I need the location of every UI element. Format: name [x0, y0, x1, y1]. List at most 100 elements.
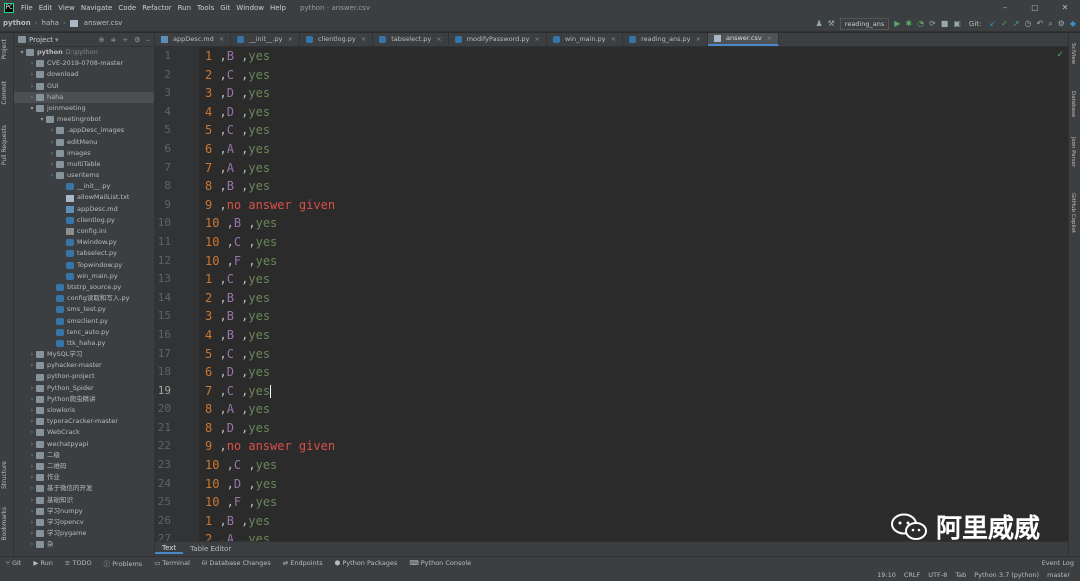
editor-tab[interactable]: tabselect.py × — [373, 33, 449, 46]
code-line[interactable]: 8 ,D ,yes — [199, 419, 1068, 438]
status-item[interactable]: master — [1047, 571, 1070, 579]
close-tab-icon[interactable]: × — [436, 33, 441, 46]
toolwindow-todo[interactable]: ≡ TODO — [59, 559, 98, 567]
code-line[interactable]: 9 ,no answer given — [199, 437, 1068, 456]
chevron-right-icon[interactable]: › — [48, 125, 56, 136]
tree-item[interactable]: ▾ meetingrobot — [14, 114, 154, 125]
gear-icon[interactable]: ⚙ — [134, 36, 140, 44]
tree-item[interactable]: __init__.py — [14, 181, 154, 192]
chevron-right-icon[interactable]: › — [28, 483, 36, 494]
code-line[interactable]: 1 ,B ,yes — [199, 47, 1068, 66]
code-line[interactable]: 10 ,F ,yes — [199, 252, 1068, 271]
code-line[interactable]: 8 ,B ,yes — [199, 177, 1068, 196]
tree-item[interactable]: › 学习numpy — [14, 506, 154, 517]
editor-tab[interactable]: win_main.py × — [547, 33, 624, 46]
close-tab-icon[interactable]: × — [611, 33, 616, 46]
menu-file[interactable]: File — [18, 4, 36, 12]
menu-refactor[interactable]: Refactor — [139, 4, 174, 12]
expand-icon[interactable]: ÷ — [122, 36, 128, 44]
tree-item[interactable]: › WebCrack — [14, 427, 154, 438]
chevron-right-icon[interactable]: › — [48, 148, 56, 159]
tree-item[interactable]: › Python_Spider — [14, 383, 154, 394]
chevron-right-icon[interactable]: › — [28, 383, 36, 394]
event-log-button[interactable]: Event Log — [1036, 559, 1080, 567]
tool-pull-requests[interactable]: Pull Requests — [1, 125, 8, 165]
tree-item[interactable]: Topwindow.py — [14, 260, 154, 271]
tool-json-parser[interactable]: Json Parser — [1070, 137, 1076, 167]
editor-tab[interactable]: __init__.py × — [231, 33, 300, 46]
status-item[interactable]: UTF-8 — [928, 571, 947, 579]
tree-item[interactable]: › .appDesc_images — [14, 125, 154, 136]
chevron-down-icon[interactable]: ▾ — [38, 114, 46, 125]
chevron-down-icon[interactable]: ▾ — [28, 103, 36, 114]
toolwindow-git[interactable]: ⑂ Git — [0, 559, 27, 567]
status-item[interactable]: Tab — [955, 571, 966, 579]
attach-icon[interactable]: ▣ — [953, 19, 961, 28]
editor-tab[interactable]: reading_ans.py × — [623, 33, 708, 46]
tree-item[interactable]: › 基础知识 — [14, 495, 154, 506]
editor-tab[interactable]: clientlog.py × — [300, 33, 374, 46]
chevron-down-icon[interactable]: ▾ — [55, 36, 59, 44]
chevron-right-icon[interactable]: › — [28, 427, 36, 438]
chevron-right-icon[interactable]: › — [48, 137, 56, 148]
chevron-right-icon[interactable]: › — [48, 170, 56, 181]
tree-item[interactable]: sms_test.py — [14, 304, 154, 315]
menu-git[interactable]: Git — [217, 4, 233, 12]
tool-sciview[interactable]: SciView — [1070, 43, 1076, 64]
tool-commit[interactable]: Commit — [1, 81, 8, 105]
chevron-right-icon[interactable]: › — [28, 81, 36, 92]
code-line[interactable]: 1 ,C ,yes — [199, 270, 1068, 289]
close-tab-icon[interactable]: × — [767, 32, 772, 45]
hide-icon[interactable]: – — [147, 36, 151, 44]
editor-tab[interactable]: modifyPassword.py × — [449, 33, 547, 46]
close-tab-icon[interactable]: × — [696, 33, 701, 46]
menu-run[interactable]: Run — [175, 4, 194, 12]
chevron-right-icon[interactable]: › — [28, 405, 36, 416]
tree-item[interactable]: › useritems — [14, 170, 154, 181]
editor-tab[interactable]: answer.csv × — [707, 32, 780, 46]
chevron-right-icon[interactable]: › — [28, 349, 36, 360]
tool-database[interactable]: Database — [1070, 91, 1076, 117]
chevron-right-icon[interactable]: › — [28, 92, 36, 103]
code-line[interactable]: 3 ,B ,yes — [199, 307, 1068, 326]
chevron-right-icon[interactable]: › — [28, 69, 36, 80]
tool-bookmarks[interactable]: Bookmarks — [1, 507, 8, 541]
breadcrumb-file[interactable]: answer.csv — [81, 19, 126, 27]
chevron-right-icon[interactable]: › — [28, 517, 36, 528]
tree-item[interactable]: ▾ joinmeeting — [14, 103, 154, 114]
code-line[interactable]: 6 ,A ,yes — [199, 140, 1068, 159]
tree-item[interactable]: appDesc.md — [14, 204, 154, 215]
code-line[interactable]: 3 ,D ,yes — [199, 84, 1068, 103]
coverage-icon[interactable]: ◔ — [917, 19, 924, 28]
menu-view[interactable]: View — [55, 4, 78, 12]
chevron-right-icon[interactable]: › — [28, 506, 36, 517]
toolwindow-problems[interactable]: ⓘ Problems — [98, 558, 149, 568]
tree-item[interactable]: ttk_haha.py — [14, 338, 154, 349]
tree-item[interactable]: › MySQL学习 — [14, 349, 154, 360]
chevron-right-icon[interactable]: › — [28, 416, 36, 427]
tab-table-editor[interactable]: Table Editor — [183, 545, 238, 553]
tree-item[interactable]: › 二级 — [14, 450, 154, 461]
hammer-icon[interactable]: ⚒ — [828, 19, 835, 28]
chevron-down-icon[interactable]: ▾ — [18, 47, 26, 58]
run-configuration-select[interactable]: reading_ans — [839, 17, 890, 30]
tool-github-copilot[interactable]: GitHub Copilot — [1070, 193, 1076, 233]
tree-item[interactable]: ▾ python D:\python — [14, 47, 154, 58]
tool-project[interactable]: Project — [1, 39, 8, 60]
tree-item[interactable]: › 基于微信的开发 — [14, 483, 154, 494]
maximize-icon[interactable]: ▢ — [1020, 0, 1050, 15]
search-icon[interactable]: ⌕ — [1048, 19, 1052, 29]
tree-item[interactable]: › slowloris — [14, 405, 154, 416]
breadcrumb-project[interactable]: python — [0, 19, 34, 27]
tree-item[interactable]: › editMenu — [14, 137, 154, 148]
tree-item[interactable]: › 作业 — [14, 472, 154, 483]
toolwindow-terminal[interactable]: ▭ Terminal — [148, 559, 196, 567]
tree-item[interactable]: allowMailList.txt — [14, 192, 154, 203]
tree-item[interactable]: btstrp_source.py — [14, 282, 154, 293]
git-commit-icon[interactable]: ✓ — [1001, 19, 1008, 28]
code-line[interactable]: 4 ,D ,yes — [199, 103, 1068, 122]
chevron-right-icon[interactable]: › — [28, 58, 36, 69]
code-line[interactable]: 5 ,C ,yes — [199, 121, 1068, 140]
tree-item[interactable]: tabselect.py — [14, 248, 154, 259]
chevron-right-icon[interactable]: › — [28, 461, 36, 472]
